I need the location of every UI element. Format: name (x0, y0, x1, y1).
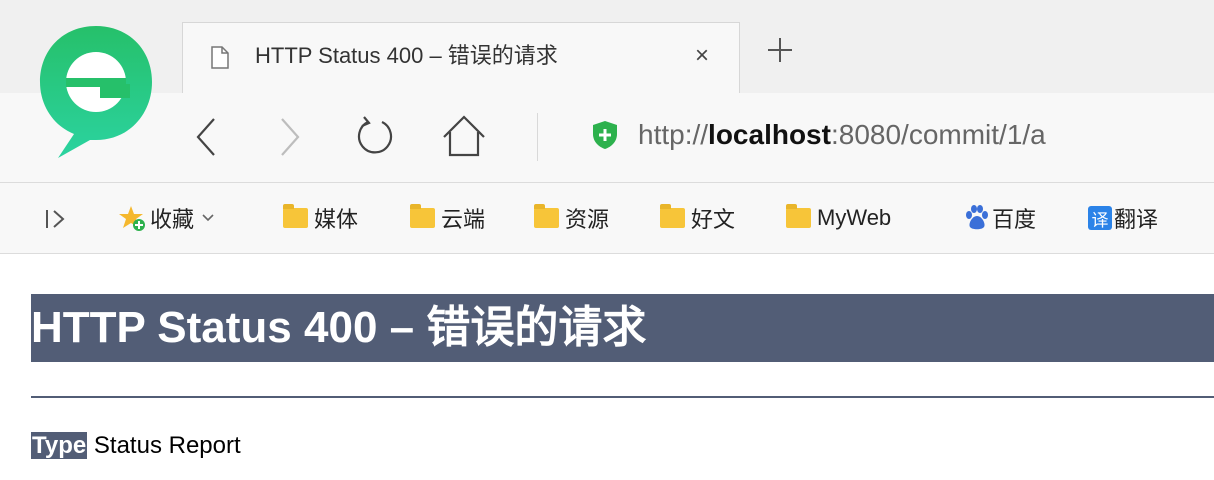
baidu-paw-icon (966, 205, 988, 230)
bookmark-folder-myweb[interactable]: MyWeb (786, 201, 891, 235)
browser-tab[interactable]: HTTP Status 400 – 错误的请求 × (182, 22, 740, 93)
type-line: Type Status Report (31, 430, 241, 462)
bookmark-baidu[interactable]: 百度 (964, 201, 1036, 235)
folder-icon (283, 204, 308, 228)
url-scheme: http:// (638, 119, 709, 150)
page-content: HTTP Status 400 – 错误的请求 Type Status Repo… (0, 254, 1214, 480)
type-value: Status Report (93, 432, 241, 459)
bookmark-label: 媒体 (314, 207, 359, 232)
bookmark-folder-articles[interactable]: 好文 (660, 201, 735, 235)
tab-close-button[interactable]: × (695, 39, 709, 73)
url-path: :8080/commit/1/a (830, 119, 1046, 150)
type-label: Type (31, 432, 88, 459)
tab-strip: HTTP Status 400 – 错误的请求 × (0, 0, 1214, 93)
bookmark-label: 好文 (691, 207, 736, 232)
folder-icon (534, 204, 559, 228)
bookmark-folder-cloud[interactable]: 云端 (410, 201, 485, 235)
secure-shield-icon (593, 121, 617, 149)
bookmark-label: 云端 (441, 207, 486, 232)
folder-icon (660, 204, 685, 228)
bookmark-translate[interactable]: 译 翻译 (1088, 201, 1158, 235)
bookmarks-bar: 收藏 媒体 云端 资源 好文 MyWeb 百度 译 翻译 (0, 183, 1214, 254)
bookmark-label: 百度 (992, 207, 1037, 232)
browser-logo-icon (40, 26, 152, 158)
chevron-down-icon (202, 214, 214, 222)
back-arrow-icon[interactable] (192, 115, 220, 159)
bookmark-label: MyWeb (817, 205, 892, 230)
tab-title: HTTP Status 400 – 错误的请求 (255, 43, 558, 68)
bookmark-folder-resources[interactable]: 资源 (534, 201, 609, 235)
bookmark-label: 收藏 (150, 207, 195, 232)
star-icon (119, 206, 145, 231)
error-heading: HTTP Status 400 – 错误的请求 (31, 294, 1214, 362)
sidebar-toggle-icon[interactable] (44, 208, 68, 230)
folder-icon (786, 204, 811, 228)
home-icon[interactable] (440, 113, 488, 159)
new-tab-plus-icon[interactable] (766, 36, 794, 64)
bookmark-favorites[interactable]: 收藏 (118, 201, 220, 235)
horizontal-rule (31, 396, 1214, 398)
page-icon (211, 46, 229, 69)
toolbar-separator (537, 113, 538, 161)
refresh-icon[interactable] (352, 113, 398, 159)
forward-arrow-icon[interactable] (276, 115, 304, 159)
translate-icon: 译 (1088, 206, 1112, 230)
navigation-bar: http://localhost:8080/commit/1/a (0, 93, 1214, 183)
bookmark-folder-media[interactable]: 媒体 (283, 201, 358, 235)
folder-icon (410, 204, 435, 228)
bookmark-label: 资源 (565, 207, 610, 232)
bookmark-label: 翻译 (1114, 207, 1159, 232)
url-host: localhost (708, 119, 831, 150)
address-bar[interactable]: http://localhost:8080/commit/1/a (638, 117, 1046, 153)
